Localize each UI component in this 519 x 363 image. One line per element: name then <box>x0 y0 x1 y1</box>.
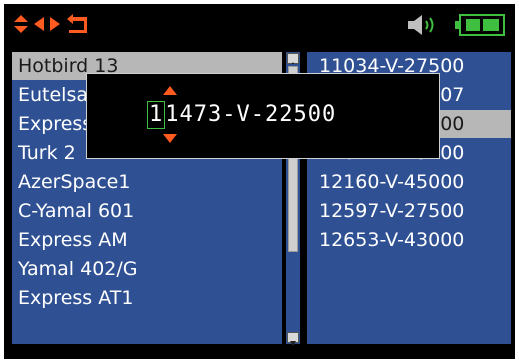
frequency-rest: 1473-V-22500 <box>165 102 337 127</box>
satellite-item[interactable]: Express AT1 <box>12 284 282 312</box>
back-icon[interactable] <box>67 14 89 34</box>
transponder-item[interactable]: 12160-V-45000 <box>307 168 511 196</box>
increment-caret-icon[interactable] <box>163 86 177 95</box>
battery-icon <box>455 14 505 36</box>
device-screen: Hotbird 13 Eutelsat Express Turk 2 AzerS… <box>4 4 515 359</box>
right-arrow-icon[interactable] <box>50 17 60 31</box>
satellite-item[interactable]: Yamal 402/G <box>12 255 282 283</box>
scroll-down-button[interactable] <box>287 332 299 346</box>
transponder-item[interactable]: 12653-V-43000 <box>307 226 511 254</box>
top-bar <box>4 4 515 44</box>
transponder-item[interactable]: 12597-V-27500 <box>307 197 511 225</box>
speaker-icon <box>408 15 434 35</box>
left-arrow-icon[interactable] <box>34 17 44 31</box>
scroll-down-arrow-icon <box>290 341 296 346</box>
frequency-value[interactable]: 11473-V-22500 <box>147 98 336 132</box>
edit-cursor-digit[interactable]: 1 <box>147 101 166 129</box>
scroll-up-button[interactable] <box>287 53 299 67</box>
satellite-item[interactable]: C-Yamal 601 <box>12 197 282 225</box>
decrement-caret-icon[interactable] <box>163 134 177 143</box>
satellite-item[interactable]: Express AM <box>12 226 282 254</box>
up-down-arrows-icon[interactable] <box>14 15 28 33</box>
satellite-item[interactable]: AzerSpace1 <box>12 168 282 196</box>
frequency-editor-popup: 11473-V-22500 <box>86 73 440 159</box>
